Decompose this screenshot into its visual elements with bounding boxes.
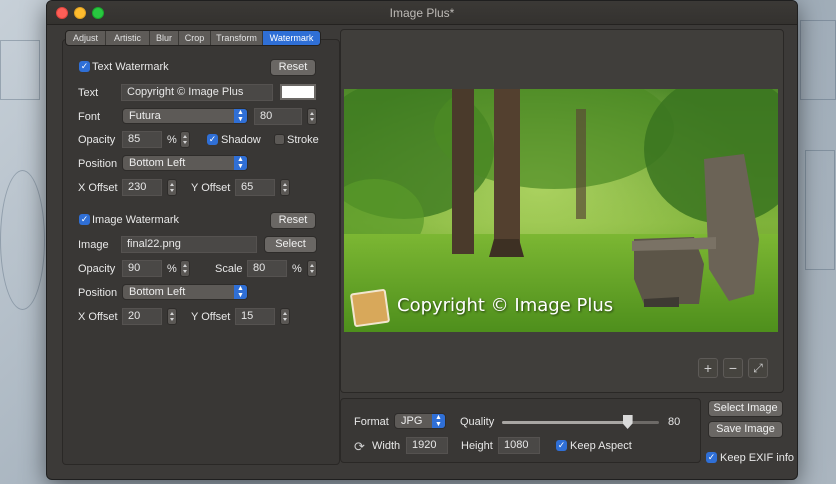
keep-exif-checkbox[interactable]: ✓ xyxy=(706,452,717,463)
width-input[interactable]: 1920 xyxy=(406,437,448,454)
stroke-label: Stroke xyxy=(287,134,319,146)
y-offset-label: Y Offset xyxy=(191,182,231,194)
select-image-file-button[interactable]: Select xyxy=(264,236,317,253)
tab-adjust[interactable]: Adjust xyxy=(66,31,106,45)
text-watermark-label: Text Watermark xyxy=(92,61,169,73)
quality-value: 80 xyxy=(668,416,681,428)
text-x-offset-input[interactable]: 230 xyxy=(122,179,162,196)
height-label: Height xyxy=(461,440,493,452)
shadow-checkbox[interactable]: ✓ xyxy=(207,134,218,145)
image-label: Image xyxy=(78,239,109,251)
select-image-button[interactable]: Select Image xyxy=(708,400,783,417)
format-select-value: JPG xyxy=(401,415,423,427)
rotate-icon[interactable]: ⟳ xyxy=(354,439,365,455)
chevron-up-down-icon: ▲ ▼ xyxy=(432,414,445,428)
shadow-label: Shadow xyxy=(221,134,261,146)
keep-aspect-label: Keep Aspect xyxy=(570,440,632,452)
scale-stepper[interactable] xyxy=(307,260,317,277)
stroke-checkbox[interactable] xyxy=(274,134,285,145)
tab-crop[interactable]: Crop xyxy=(179,31,211,45)
text-watermark-reset-button[interactable]: Reset xyxy=(270,59,316,76)
image-file-input[interactable]: final22.png xyxy=(121,236,257,253)
image-x-offset-label: X Offset xyxy=(78,311,118,323)
image-watermark-reset-button[interactable]: Reset xyxy=(270,212,316,229)
chevron-up-down-icon: ▲ ▼ xyxy=(234,109,247,123)
text-label: Text xyxy=(78,87,99,99)
format-select[interactable]: JPG ▲ ▼ xyxy=(394,413,446,429)
width-label: Width xyxy=(372,440,401,452)
x-offset-label: X Offset xyxy=(78,182,118,194)
fit-to-screen-button[interactable]: ⤢ xyxy=(748,358,768,378)
format-label: Format xyxy=(354,416,389,428)
watermark-text-overlay: Copyright © Image Plus xyxy=(397,295,614,316)
scale-label: Scale xyxy=(215,263,243,275)
image-opacity-label: Opacity xyxy=(78,263,116,275)
text-opacity-stepper[interactable] xyxy=(180,131,190,148)
image-opacity-input[interactable]: 90 xyxy=(122,260,162,277)
quality-slider-fill xyxy=(502,421,628,424)
font-select-value: Futura xyxy=(129,110,161,122)
image-opacity-stepper[interactable] xyxy=(180,260,190,277)
image-position-value: Bottom Left xyxy=(129,286,186,298)
chevron-up-down-icon: ▲ ▼ xyxy=(234,285,247,299)
save-image-button[interactable]: Save Image xyxy=(708,421,783,438)
font-size-input[interactable]: 80 xyxy=(254,108,302,125)
chevron-up-down-icon: ▲ ▼ xyxy=(234,156,247,170)
window-title: Image Plus* xyxy=(389,6,455,20)
font-select[interactable]: Futura ▲ ▼ xyxy=(122,108,248,124)
opacity-label: Opacity xyxy=(78,134,116,146)
scale-input[interactable]: 80 xyxy=(247,260,287,277)
tab-blur[interactable]: Blur xyxy=(150,31,179,45)
tab-artistic[interactable]: Artistic xyxy=(106,31,150,45)
text-watermark-checkbox[interactable]: ✓ xyxy=(79,61,90,72)
text-opacity-input[interactable]: 85 xyxy=(122,131,162,148)
scale-percent-sign: % xyxy=(292,263,302,275)
percent-sign: % xyxy=(167,134,177,146)
height-input[interactable]: 1080 xyxy=(498,437,540,454)
image-position-select[interactable]: Bottom Left ▲ ▼ xyxy=(122,284,248,300)
zoom-out-button[interactable]: − xyxy=(723,358,743,378)
image-watermark-label: Image Watermark xyxy=(92,214,180,226)
quality-slider[interactable] xyxy=(502,421,659,424)
image-position-label: Position xyxy=(78,287,118,299)
position-label: Position xyxy=(78,158,118,170)
text-position-value: Bottom Left xyxy=(129,157,186,169)
image-watermark-checkbox[interactable]: ✓ xyxy=(79,214,90,225)
image-y-offset-stepper[interactable] xyxy=(280,308,290,325)
watermark-text-input[interactable]: Copyright © Image Plus xyxy=(121,84,273,101)
image-x-offset-stepper[interactable] xyxy=(167,308,177,325)
text-color-swatch[interactable] xyxy=(280,84,316,100)
text-y-offset-stepper[interactable] xyxy=(280,179,290,196)
percent-sign: % xyxy=(167,263,177,275)
app-window: Image Plus* Adjust Artistic Blur Crop Tr… xyxy=(46,0,798,480)
text-x-offset-stepper[interactable] xyxy=(167,179,177,196)
keep-aspect-checkbox[interactable]: ✓ xyxy=(556,440,567,451)
tab-bar: Adjust Artistic Blur Crop Transform Wate… xyxy=(65,30,321,46)
preview-image: Copyright © Image Plus xyxy=(344,89,778,332)
image-y-offset-label: Y Offset xyxy=(191,311,231,323)
watermark-logo-icon xyxy=(349,288,391,328)
keep-exif-label: Keep EXIF info xyxy=(720,452,794,464)
tab-transform[interactable]: Transform xyxy=(211,31,263,45)
image-x-offset-input[interactable]: 20 xyxy=(122,308,162,325)
text-position-select[interactable]: Bottom Left ▲ ▼ xyxy=(122,155,248,171)
font-label: Font xyxy=(78,111,101,123)
quality-label: Quality xyxy=(460,416,495,428)
image-y-offset-input[interactable]: 15 xyxy=(235,308,275,325)
font-size-stepper[interactable] xyxy=(307,108,317,125)
title-bar[interactable]: Image Plus* xyxy=(47,1,797,25)
tab-watermark[interactable]: Watermark xyxy=(263,31,320,45)
text-y-offset-input[interactable]: 65 xyxy=(235,179,275,196)
zoom-in-button[interactable]: + xyxy=(698,358,718,378)
